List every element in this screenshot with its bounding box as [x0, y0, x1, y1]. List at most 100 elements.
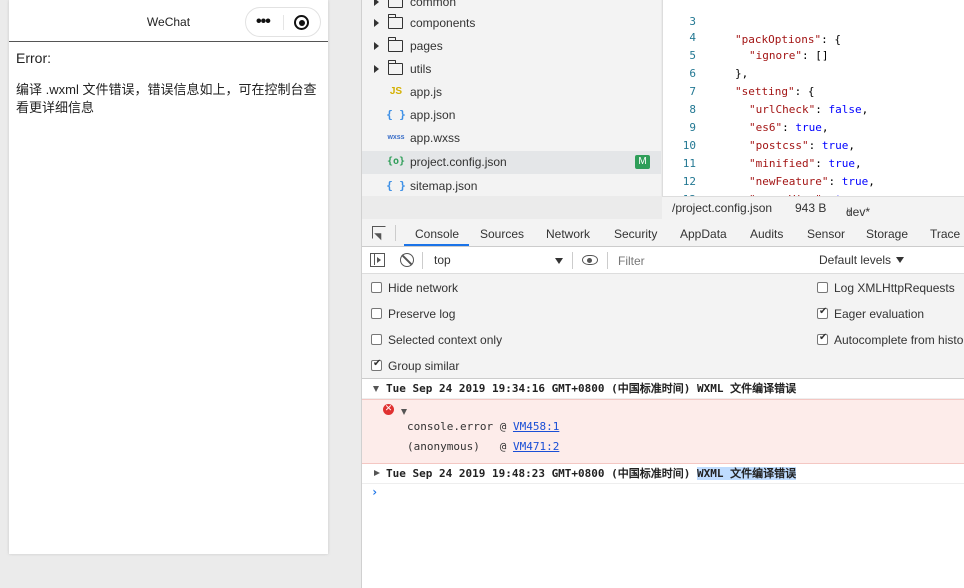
log-levels-dropdown[interactable]: Default levels: [819, 253, 905, 267]
show-sidebar-icon[interactable]: [370, 253, 385, 267]
chevron-right-icon[interactable]: [374, 65, 379, 73]
config-file-icon: {o}: [386, 156, 406, 167]
folder-icon: [388, 60, 403, 75]
inspect-element-icon[interactable]: [372, 226, 386, 239]
simulator-panel: WeChat ••• Error: 编译 .wxml 文件错误，错误信息如上，可…: [0, 0, 361, 588]
log-message: WXML 文件编译错误: [697, 467, 797, 480]
toolbar-separator: [422, 252, 423, 269]
stack-frame: console.error @ VM458:1: [407, 418, 559, 436]
stack-function: console.error: [407, 420, 494, 433]
option-label: Hide network: [388, 281, 459, 295]
tree-item-label: pages: [410, 39, 443, 53]
json-file-icon: { }: [386, 108, 406, 121]
option-label: Eager evaluation: [834, 307, 925, 321]
levels-label: Default levels: [819, 253, 892, 267]
tab-sources[interactable]: Sources: [480, 227, 524, 241]
tree-file-sitemap-json[interactable]: { } sitemap.json: [362, 175, 661, 196]
devtools-tab-bar: Console Sources Network Security AppData…: [362, 219, 964, 247]
stack-at: @: [499, 440, 507, 453]
tab-sensor[interactable]: Sensor: [807, 227, 845, 241]
tree-file-project-config[interactable]: {o} project.config.json M: [362, 151, 661, 174]
close-target-icon[interactable]: [294, 15, 309, 30]
collapsed-triangle-icon[interactable]: [374, 470, 380, 476]
stack-function: (anonymous): [407, 440, 480, 453]
tab-console[interactable]: Console: [415, 227, 459, 241]
tab-audits[interactable]: Audits: [750, 227, 783, 241]
code-line: 10 "minified": true,: [663, 119, 964, 170]
console-filter-input[interactable]: [612, 251, 812, 270]
console-prompt[interactable]: ›: [371, 485, 378, 499]
chevron-right-icon[interactable]: [374, 42, 379, 50]
tree-folder-utils[interactable]: utils: [362, 58, 661, 81]
clear-console-icon[interactable]: [400, 253, 414, 267]
option-label: Group similar: [388, 359, 460, 373]
editor-status-bar: /project.config.json 943 B ⑂ dev*: [662, 196, 964, 219]
autocomplete-checkbox[interactable]: [817, 332, 828, 345]
log-xhr-checkbox[interactable]: [817, 282, 828, 293]
log-timestamp: Tue Sep 24 2019 19:34:16 GMT+0800 (中国标准时…: [386, 382, 691, 395]
log-group-header[interactable]: Tue Sep 24 2019 19:48:23 GMT+0800 (中国标准时…: [362, 464, 964, 484]
phone-navigation-bar: WeChat •••: [9, 0, 328, 42]
tab-security[interactable]: Security: [614, 227, 657, 241]
log-group-text: Tue Sep 24 2019 19:34:16 GMT+0800 (中国标准时…: [386, 379, 796, 399]
tab-trace[interactable]: Trace: [930, 227, 960, 241]
group-similar-checkbox[interactable]: [371, 358, 382, 371]
live-expression-eye-icon[interactable]: [582, 255, 598, 265]
error-icon: ✕: [383, 404, 394, 415]
code-editor[interactable]: 3 "packOptions": { 4 "ignore": [] 5 }, 6…: [662, 0, 964, 196]
capsule-divider: [283, 15, 284, 30]
log-group-header[interactable]: Tue Sep 24 2019 19:34:16 GMT+0800 (中国标准时…: [362, 379, 964, 399]
option-label: Autocomplete from history: [834, 333, 964, 347]
preserve-log-checkbox[interactable]: [371, 308, 382, 319]
folder-icon: [388, 37, 403, 52]
menu-capsule[interactable]: •••: [245, 7, 321, 37]
tab-separator: [395, 225, 396, 241]
js-file-icon: JS: [389, 86, 403, 97]
code-line: 7 "urlCheck": false,: [663, 65, 964, 116]
log-message: WXML 文件编译错误: [697, 382, 797, 395]
hide-network-checkbox[interactable]: [371, 282, 382, 293]
expanded-triangle-icon[interactable]: [373, 386, 379, 392]
modified-badge: M: [635, 155, 650, 169]
file-explorer: common components pages utils JS app.js …: [362, 0, 661, 196]
stack-frame: (anonymous) @ VM471:2: [407, 438, 559, 456]
error-message: 编译 .wxml 文件错误，错误信息如上，可在控制台查看更详细信息: [16, 82, 317, 115]
code-line: 4 "ignore": []: [663, 11, 964, 62]
code-line: 6 "setting": {: [663, 47, 964, 98]
stack-source-link[interactable]: VM458:1: [513, 420, 559, 433]
tree-file-app-wxss[interactable]: wxss app.wxss: [362, 127, 661, 150]
option-label: Log XMLHttpRequests: [834, 281, 955, 295]
chevron-right-icon[interactable]: [374, 0, 379, 6]
tree-item-label: sitemap.json: [410, 179, 478, 193]
tab-network[interactable]: Network: [546, 227, 590, 241]
tab-appdata[interactable]: AppData: [680, 227, 727, 241]
more-dots-icon[interactable]: •••: [256, 14, 278, 30]
folder-icon: [388, 0, 403, 8]
code-line: 13 "autoAudits": false,: [663, 173, 964, 196]
wxss-file-icon: wxss: [387, 134, 405, 141]
chevron-right-icon[interactable]: [374, 19, 379, 27]
toolbar-separator: [607, 252, 608, 269]
tree-folder-pages[interactable]: pages: [362, 35, 661, 58]
file-path: /project.config.json: [672, 201, 773, 215]
tree-item-label: project.config.json: [410, 155, 507, 169]
chevron-down-icon: [896, 257, 905, 263]
eager-evaluation-checkbox[interactable]: [817, 306, 828, 319]
tree-item-label: common: [410, 0, 457, 9]
code-line: 9 "postcss": true,: [663, 101, 964, 152]
tree-item-label: app.wxss: [410, 131, 461, 145]
code-line: 5 },: [663, 29, 964, 80]
tree-file-app-js[interactable]: JS app.js: [362, 81, 661, 104]
console-toolbar: top Default levels: [362, 247, 964, 274]
stack-source-link[interactable]: VM471:2: [513, 440, 559, 453]
branch-name: dev*: [846, 205, 871, 219]
context-selector[interactable]: top: [428, 251, 568, 270]
tab-storage[interactable]: Storage: [866, 227, 908, 241]
tree-folder-components[interactable]: components: [362, 12, 661, 35]
selected-context-checkbox[interactable]: [371, 334, 382, 345]
tree-item-label: components: [410, 16, 476, 30]
code-line: 12 "coverView": true,: [663, 155, 964, 196]
file-size: 943 B: [795, 201, 827, 215]
tree-file-app-json[interactable]: { } app.json: [362, 104, 661, 127]
expanded-triangle-icon[interactable]: [401, 409, 407, 415]
